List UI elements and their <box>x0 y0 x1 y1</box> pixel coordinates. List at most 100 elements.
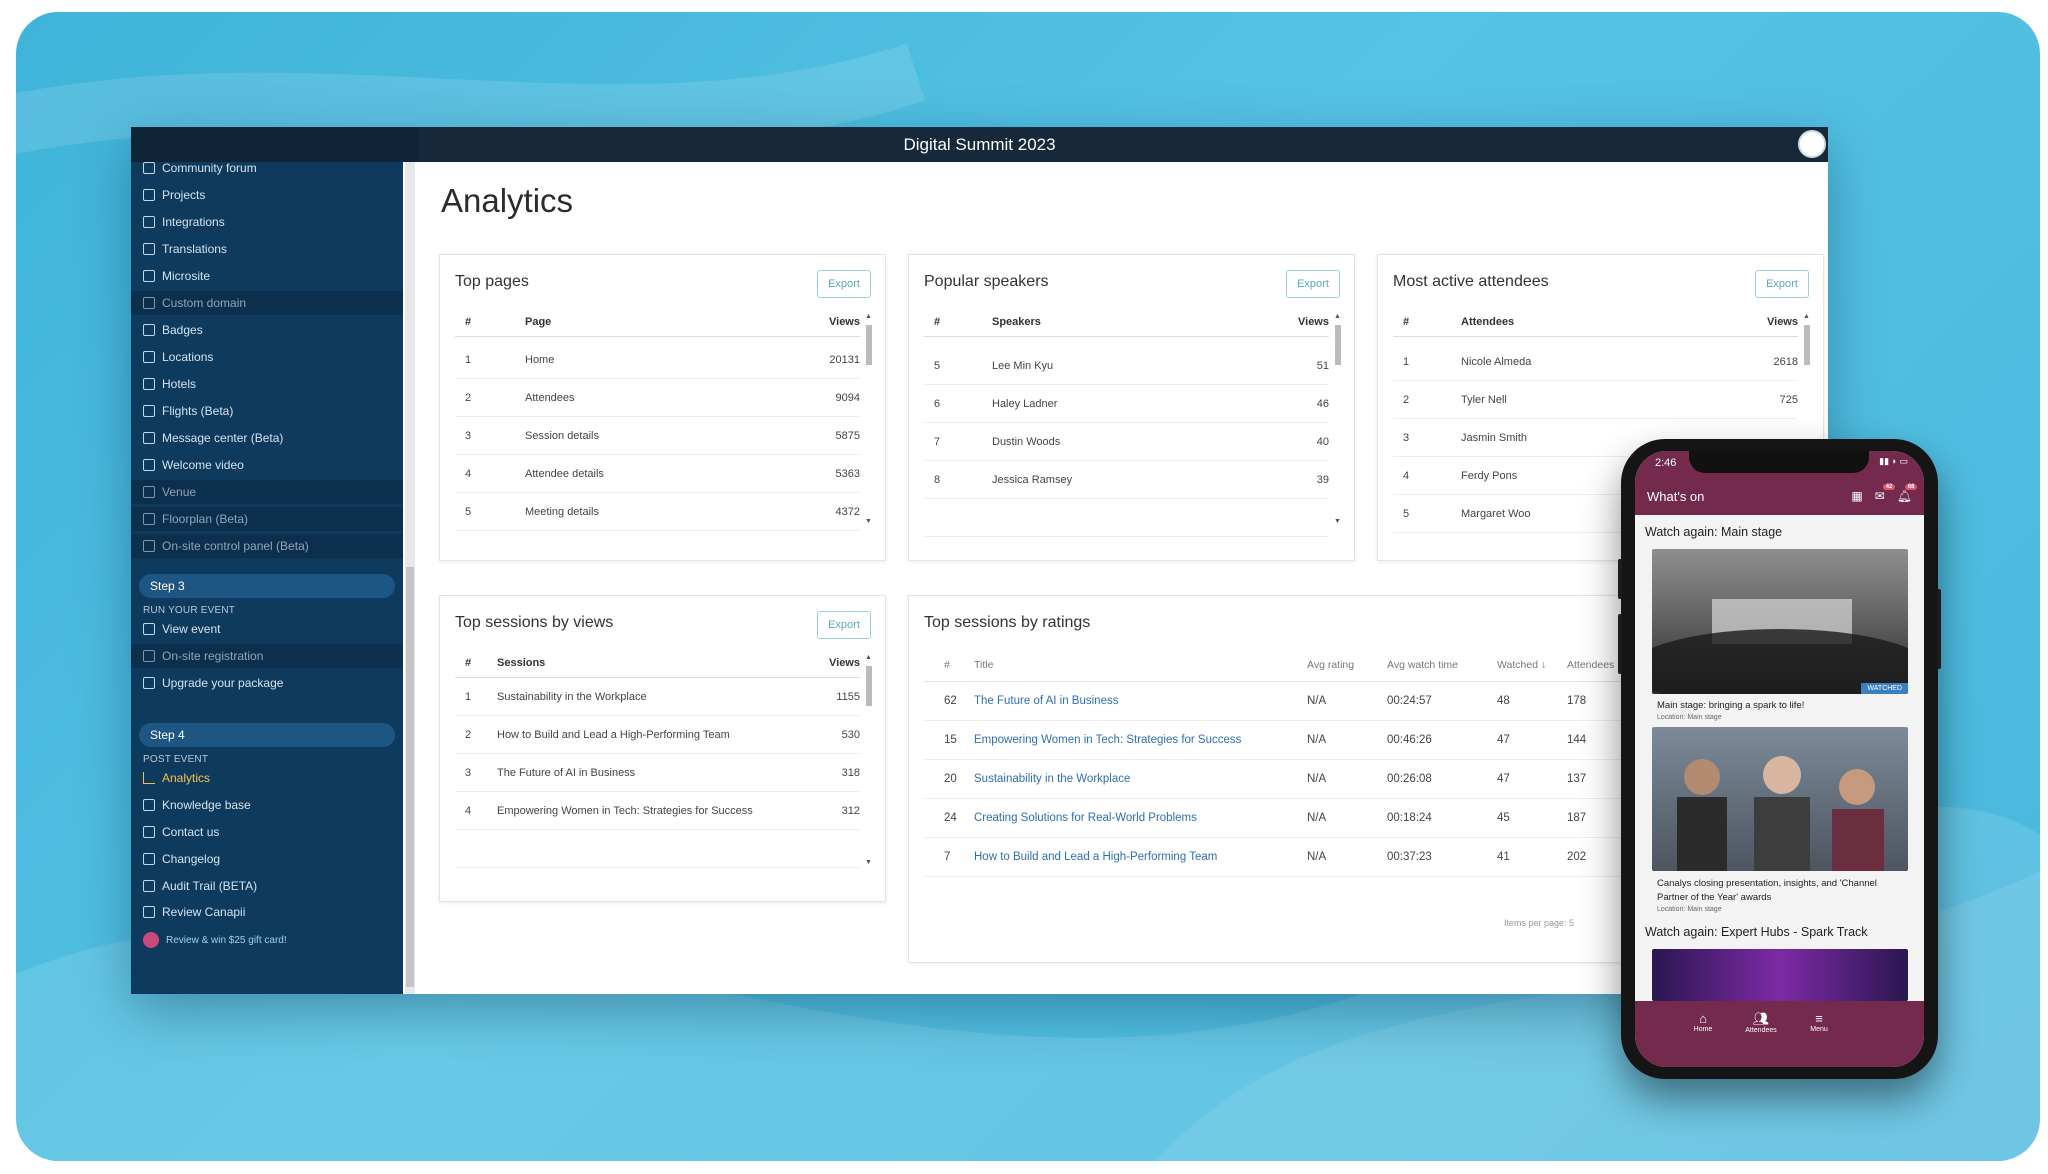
scroll-up-icon[interactable]: ▲ <box>865 654 872 661</box>
column-header[interactable]: Avg rating <box>1307 648 1354 682</box>
step-3-header[interactable]: Step 3 <box>139 574 395 598</box>
chat-icon[interactable]: ✉ 42 <box>1875 484 1896 503</box>
sidebar-item-on-site-control-panel-beta[interactable]: On-site control panel (Beta) <box>131 534 403 558</box>
review-gift-link[interactable]: Review & win $25 gift card! <box>131 928 403 952</box>
sidebar-item-view-event[interactable]: View event <box>131 617 403 641</box>
table-row[interactable]: 2 Attendees 9094 <box>455 379 860 417</box>
session-title-link[interactable]: Sustainability in the Workplace <box>974 760 1130 799</box>
scroll-thumb[interactable] <box>866 666 872 706</box>
sidebar-item-knowledge-base[interactable]: Knowledge base <box>131 793 403 817</box>
scroll-up-icon[interactable]: ▲ <box>865 313 872 320</box>
column-header[interactable]: Attendees <box>1461 307 1514 337</box>
sidebar-item-review-canapii[interactable]: Review Canapii <box>131 900 403 924</box>
scroll-down-icon[interactable]: ▼ <box>865 859 872 866</box>
scroll-down-icon[interactable]: ▼ <box>1334 518 1341 525</box>
table-row[interactable]: 1 Nicole Almeda 2618 <box>1393 343 1798 381</box>
table-row[interactable]: 4 Attendee details 5363 <box>455 455 860 493</box>
sidebar-item-contact-us[interactable]: Contact us <box>131 820 403 844</box>
table-row[interactable]: 2 How to Build and Lead a High-Performing… <box>455 716 860 754</box>
spark-track-video-thumbnail[interactable] <box>1652 949 1908 1001</box>
sidebar-item-projects[interactable]: Projects <box>131 183 403 207</box>
sidebar-item-hotels[interactable]: Hotels <box>131 372 403 396</box>
qr-icon[interactable]: ▦ <box>1851 489 1862 503</box>
main-stage-video-thumbnail[interactable]: WATCHED <box>1652 549 1908 694</box>
session-title-link[interactable]: Creating Solutions for Real-World Proble… <box>974 799 1197 838</box>
table-scrollbar[interactable]: ▲▼ <box>1334 313 1342 525</box>
sidebar-item-analytics[interactable]: Analytics <box>131 766 403 790</box>
tab-home[interactable]: ⌂ Home <box>1683 1011 1723 1033</box>
sidebar-item-translations[interactable]: Translations <box>131 237 403 261</box>
sidebar-item-venue[interactable]: Venue <box>131 480 403 504</box>
export-button[interactable]: Export <box>817 611 871 639</box>
bell-icon[interactable]: 🔔︎ 68 <box>1897 484 1918 503</box>
sidebar-item-integrations[interactable]: Integrations <box>131 210 403 234</box>
table-row[interactable]: 6 Haley Ladner 46 <box>924 385 1329 423</box>
column-header[interactable]: # <box>934 307 940 337</box>
sidebar-item-community-forum[interactable]: Community forum <box>131 156 403 180</box>
sidebar-item-floorplan-beta[interactable]: Floorplan (Beta) <box>131 507 403 531</box>
sidebar-scroll-thumb[interactable] <box>406 567 414 987</box>
sidebar-scrollbar[interactable] <box>405 162 415 994</box>
export-button[interactable]: Export <box>1286 270 1340 298</box>
table-row[interactable]: 8 Jessica Ramsey 39 <box>924 461 1329 499</box>
column-header[interactable]: Sessions <box>497 648 545 678</box>
session-title-link[interactable]: Empowering Women in Tech: Strategies for… <box>974 721 1241 760</box>
table-row[interactable]: 5 Meeting details 4372 <box>455 493 860 531</box>
column-header[interactable]: Views <box>829 648 860 678</box>
column-header[interactable]: # <box>944 648 950 682</box>
session-title-link[interactable]: How to Build and Lead a High-Performing … <box>974 838 1217 877</box>
tab-attendees[interactable]: 👥︎ Attendees <box>1741 1011 1781 1034</box>
column-header[interactable]: Speakers <box>992 307 1041 337</box>
table-row[interactable]: 2 Tyler Nell 725 <box>1393 381 1798 419</box>
sidebar-item-locations[interactable]: Locations <box>131 345 403 369</box>
tab-menu[interactable]: ≡ Menu <box>1799 1011 1839 1033</box>
row-views: 51 <box>1316 360 1329 372</box>
sidebar-item-welcome-video[interactable]: Welcome video <box>131 453 403 477</box>
sidebar-item-message-center-beta[interactable]: Message center (Beta) <box>131 426 403 450</box>
scroll-up-icon[interactable]: ▲ <box>1334 313 1341 320</box>
user-avatar[interactable] <box>1798 130 1826 158</box>
column-header[interactable]: Views <box>829 307 860 337</box>
table-scrollbar[interactable]: ▲▼ <box>865 313 873 525</box>
column-header[interactable]: Avg watch time <box>1387 648 1458 682</box>
table-row[interactable]: 7 Dustin Woods 40 <box>924 423 1329 461</box>
column-header[interactable]: Attendees <box>1567 648 1614 682</box>
sidebar-item-microsite[interactable]: Microsite <box>131 264 403 288</box>
table-row[interactable]: 3 Session details 5875 <box>455 417 860 455</box>
sidebar-item-upgrade-your-package[interactable]: Upgrade your package <box>131 671 403 695</box>
table-row[interactable]: 1 Sustainability in the Workplace 1155 <box>455 678 860 716</box>
signal-battery-icon: ▮▮ ◗ ▭ <box>1879 456 1908 466</box>
table-row[interactable]: 3 The Future of AI in Business 318 <box>455 754 860 792</box>
table-scrollbar[interactable]: ▲▼ <box>865 654 873 866</box>
session-title-link[interactable]: The Future of AI in Business <box>974 682 1118 721</box>
scroll-thumb[interactable] <box>1335 325 1341 365</box>
scroll-down-icon[interactable]: ▼ <box>865 518 872 525</box>
column-header[interactable]: Views <box>1298 307 1329 337</box>
table-row[interactable]: 1 Home 20131 <box>455 341 860 379</box>
sidebar-item-audit-trail-beta[interactable]: Audit Trail (BETA) <box>131 874 403 898</box>
column-header[interactable]: Watched ↓ <box>1497 648 1546 682</box>
column-header[interactable]: Views <box>1767 307 1798 337</box>
export-button[interactable]: Export <box>817 270 871 298</box>
scroll-thumb[interactable] <box>866 325 872 365</box>
column-header[interactable]: Title <box>974 648 993 682</box>
scroll-up-icon[interactable]: ▲ <box>1803 313 1810 320</box>
scroll-thumb[interactable] <box>1804 325 1810 365</box>
sidebar-item-on-site-registration[interactable]: On-site registration <box>131 644 403 668</box>
table-row[interactable]: 4 Empowering Women in Tech: Strategies fo… <box>455 792 860 830</box>
column-header[interactable]: # <box>465 307 471 337</box>
items-per-page[interactable]: Items per page: 5 <box>1504 918 1574 928</box>
column-header[interactable]: Page <box>525 307 551 337</box>
step-4-header[interactable]: Step 4 <box>139 723 395 747</box>
column-header[interactable]: # <box>1403 307 1409 337</box>
sidebar-item-flights-beta[interactable]: Flights (Beta) <box>131 399 403 423</box>
closing-presentation-video-thumbnail[interactable] <box>1652 727 1908 871</box>
sidebar-item-custom-domain[interactable]: Custom domain <box>131 291 403 315</box>
table-row[interactable]: 5 Lee Min Kyu 51 <box>924 347 1329 385</box>
column-header[interactable]: # <box>465 648 471 678</box>
sidebar-item-badges[interactable]: Badges <box>131 318 403 342</box>
row-name: Sustainability in the Workplace <box>497 691 647 703</box>
card-title: Popular speakers <box>924 273 1049 290</box>
export-button[interactable]: Export <box>1755 270 1809 298</box>
sidebar-item-changelog[interactable]: Changelog <box>131 847 403 871</box>
